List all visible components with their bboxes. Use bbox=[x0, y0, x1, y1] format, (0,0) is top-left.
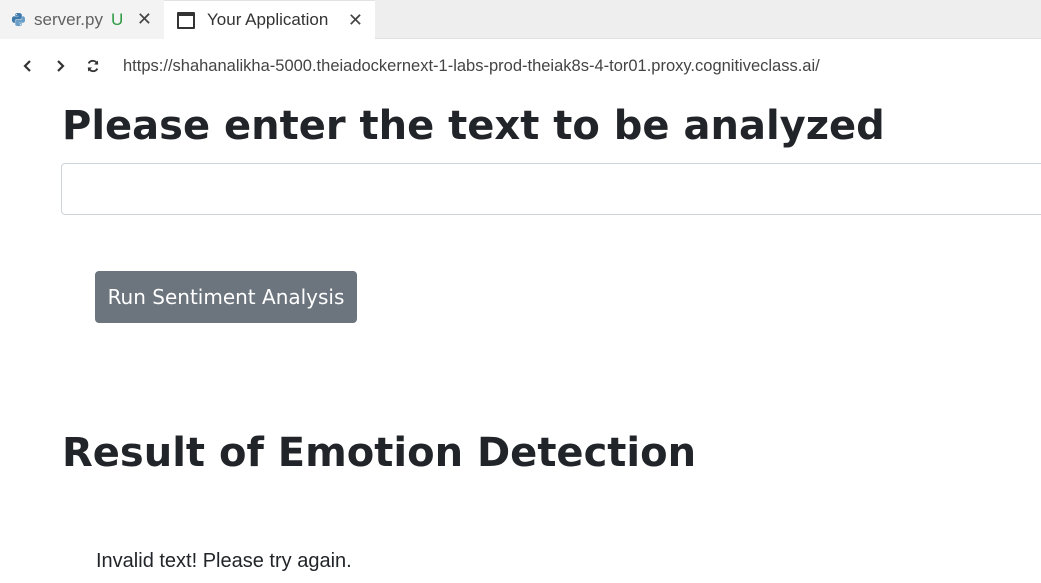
result-message: Invalid text! Please try again. bbox=[96, 550, 352, 572]
python-file-icon bbox=[11, 12, 26, 27]
tab-server-py[interactable]: server.py U ✕ bbox=[0, 0, 164, 39]
url-field[interactable]: https://shahanalikha-5000.theiadockernex… bbox=[123, 57, 820, 76]
result-heading: Result of Emotion Detection bbox=[62, 430, 697, 476]
input-heading: Please enter the text to be analyzed bbox=[62, 103, 885, 149]
close-icon[interactable]: ✕ bbox=[348, 10, 363, 30]
tab-label: server.py bbox=[34, 9, 103, 29]
text-to-analyze-input[interactable] bbox=[61, 163, 1041, 215]
preview-window-icon bbox=[177, 11, 195, 29]
tab-label: Your Application bbox=[207, 10, 329, 29]
back-icon[interactable] bbox=[18, 56, 38, 76]
forward-icon[interactable] bbox=[50, 56, 70, 76]
git-status-badge: U bbox=[110, 9, 124, 29]
reload-icon[interactable] bbox=[83, 56, 103, 76]
tab-your-application[interactable]: Your Application ✕ bbox=[164, 0, 375, 39]
close-icon[interactable]: ✕ bbox=[137, 9, 152, 29]
browser-nav-bar: https://shahanalikha-5000.theiadockernex… bbox=[0, 40, 1041, 94]
editor-tab-bar: server.py U ✕ Your Application ✕ bbox=[0, 0, 1041, 39]
run-sentiment-analysis-button[interactable]: Run Sentiment Analysis bbox=[95, 271, 357, 323]
